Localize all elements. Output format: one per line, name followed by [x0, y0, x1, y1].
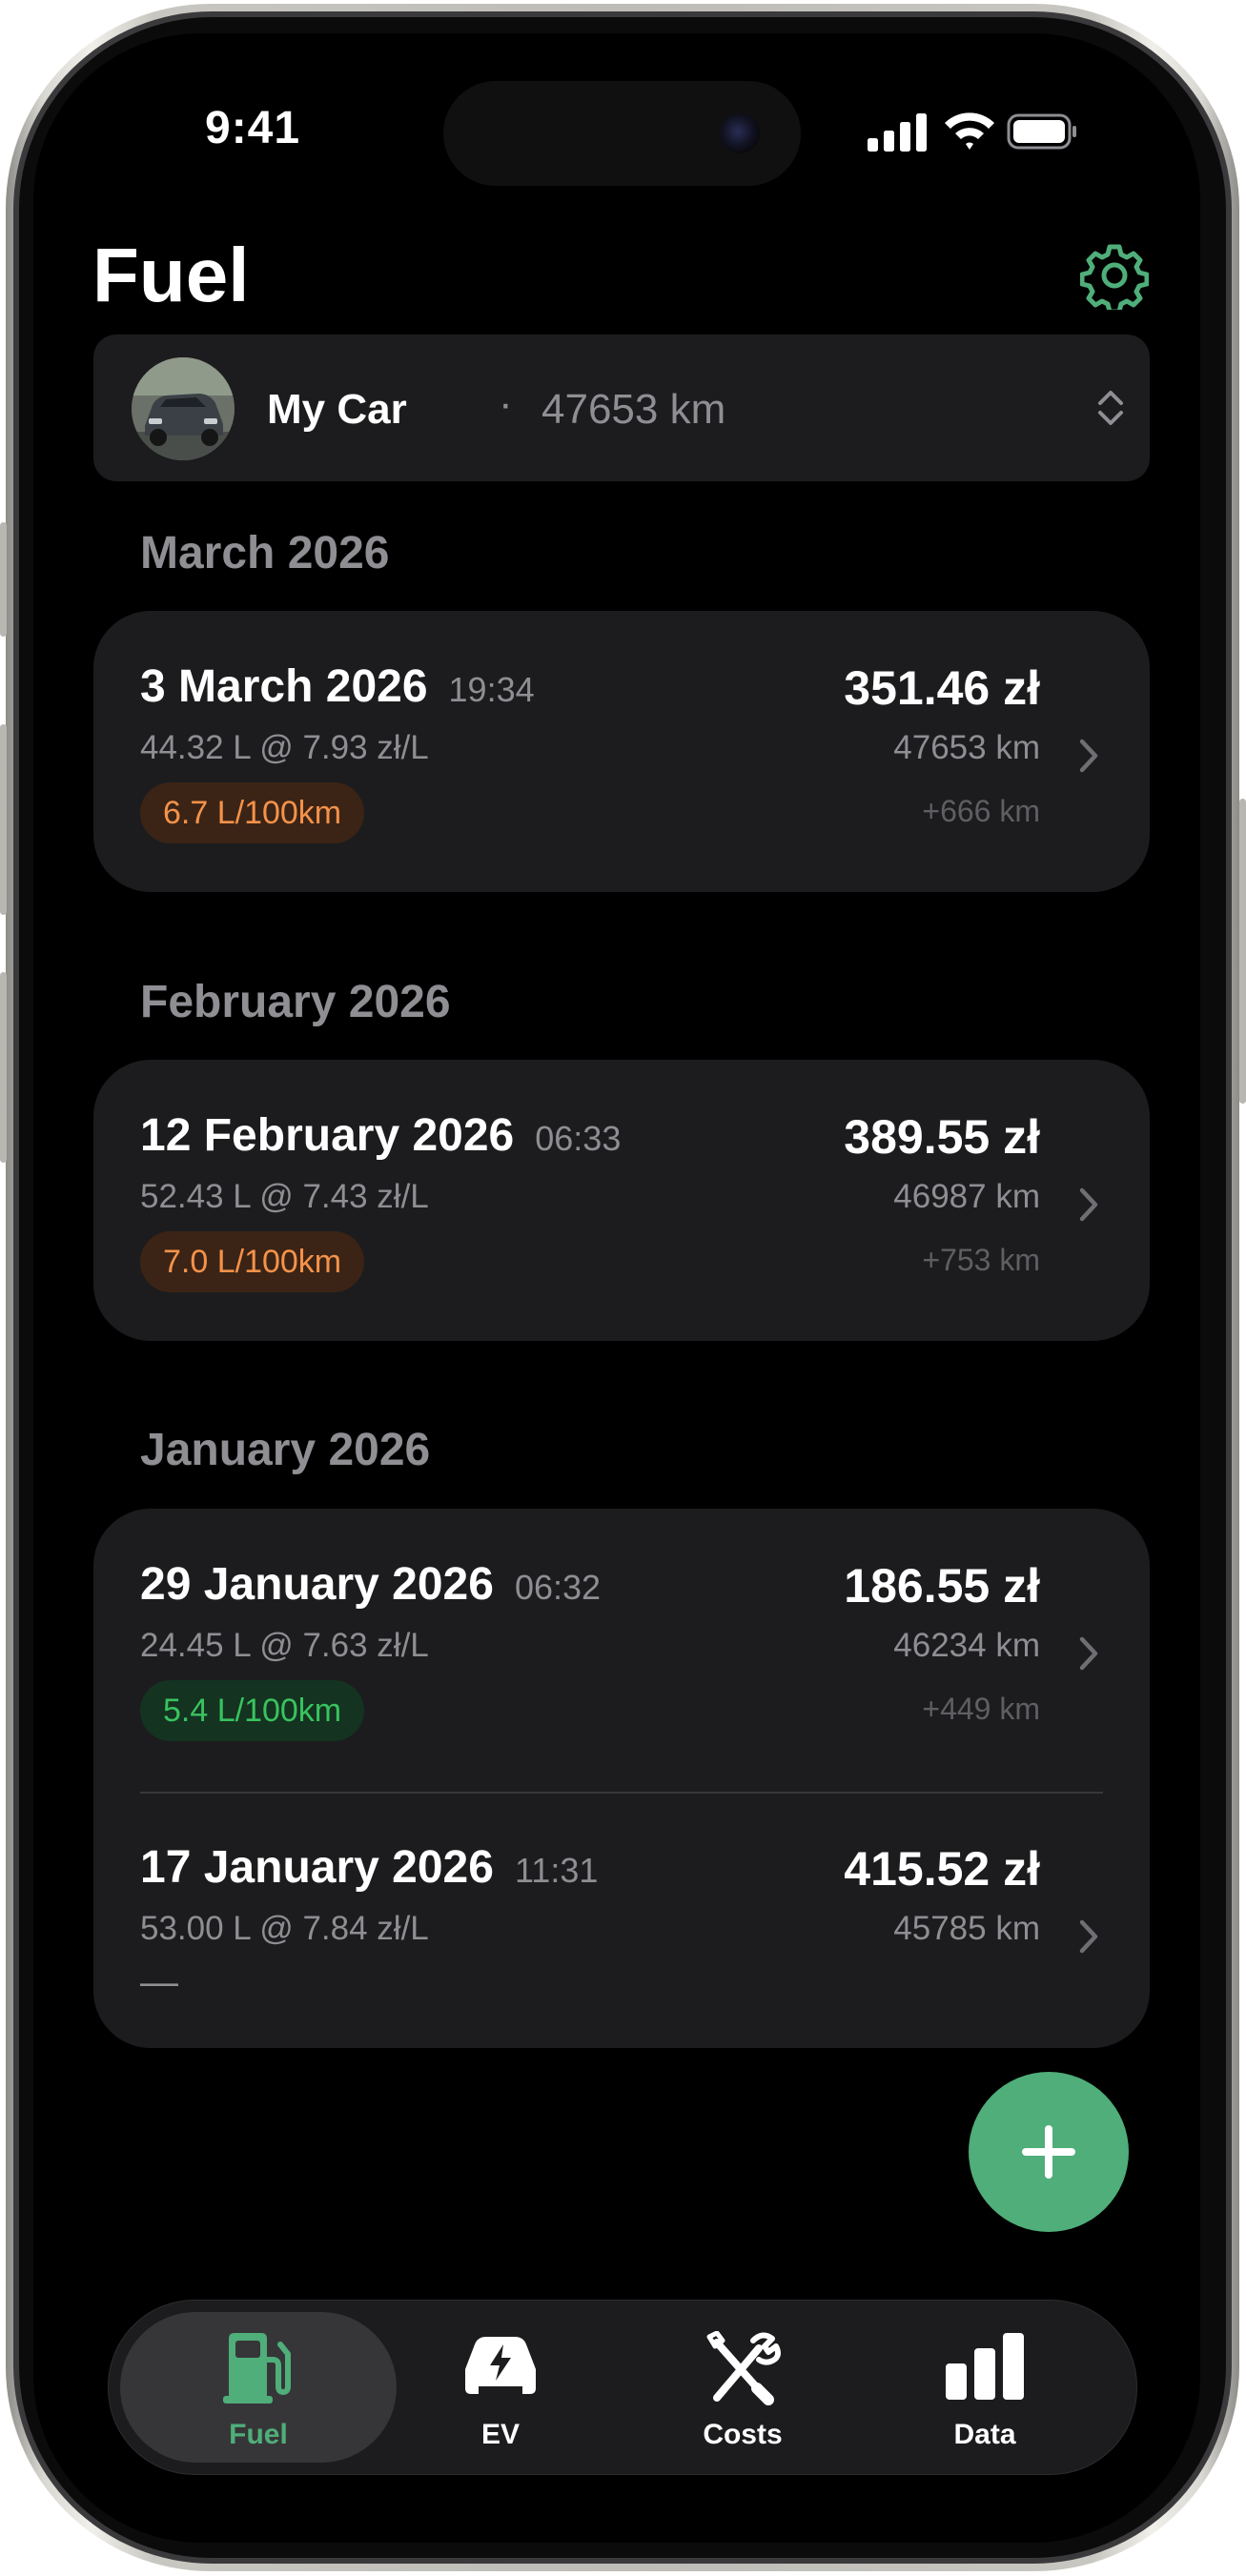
- entry-date-line: 12 February 2026 06:33: [140, 1109, 621, 1162]
- battery-icon: [1007, 113, 1076, 150]
- entry-price: 389.55 zł: [844, 1110, 1040, 1164]
- entry-odometer: 45785 km: [893, 1910, 1040, 1947]
- entry-time: 06:32: [514, 1568, 602, 1607]
- add-entry-button[interactable]: [969, 2072, 1129, 2232]
- entry-date-line: 29 January 2026 06:32: [140, 1558, 601, 1611]
- vehicle-selector[interactable]: My Car · 47653 km: [93, 335, 1150, 481]
- tab-data[interactable]: Data: [847, 2312, 1123, 2463]
- tab-costs[interactable]: Costs: [604, 2312, 881, 2463]
- entry-volume: 53.00 L @ 7.84 zł/L: [140, 1910, 429, 1947]
- tab-data-label: Data: [953, 2419, 1016, 2450]
- consumption-badge: 5.4 L/100km: [140, 1680, 365, 1741]
- section-header-february: February 2026: [140, 977, 451, 1027]
- entry-volume: 52.43 L @ 7.43 zł/L: [140, 1178, 429, 1215]
- volume-down-button: [0, 972, 7, 1163]
- entries-card: 29 January 2026 06:32 24.45 L @ 7.63 zł/L…: [93, 1509, 1150, 2048]
- wrench-screwdriver-icon: [704, 2330, 782, 2410]
- tab-bar: Fuel EV Costs Data: [108, 2300, 1137, 2475]
- action-button: [0, 522, 7, 637]
- fuel-entry-row[interactable]: 17 January 2026 11:31 53.00 L @ 7.84 zł/L…: [93, 1792, 1150, 2048]
- tab-ev-label: EV: [480, 2419, 521, 2450]
- consumption-badge: 7.0 L/100km: [140, 1231, 365, 1292]
- volume-up-button: [0, 724, 7, 915]
- vehicle-odometer: 47653 km: [541, 386, 726, 433]
- entry-price: 415.52 zł: [844, 1842, 1040, 1896]
- entries-card: 3 March 2026 19:34 44.32 L @ 7.93 zł/L 6.…: [93, 611, 1150, 892]
- chevron-right-icon: [1077, 1186, 1100, 1228]
- fuel-pump-icon: [221, 2331, 296, 2408]
- entry-odometer: 46234 km: [893, 1627, 1040, 1664]
- vehicle-avatar: [132, 357, 235, 460]
- entry-price: 351.46 zł: [844, 661, 1040, 715]
- front-camera-icon: [720, 113, 760, 153]
- entry-date: 17 January 2026: [140, 1842, 494, 1893]
- chevron-up-down-icon: [1094, 388, 1127, 433]
- entry-distance: +753 km: [922, 1243, 1040, 1277]
- entry-price: 186.55 zł: [844, 1559, 1040, 1613]
- entry-date-line: 17 January 2026 11:31: [140, 1841, 598, 1894]
- chevron-right-icon: [1077, 737, 1100, 780]
- bar-chart-icon: [944, 2331, 1026, 2404]
- fuel-entry-row[interactable]: 3 March 2026 19:34 44.32 L @ 7.93 zł/L 6.…: [93, 611, 1150, 897]
- tab-costs-label: Costs: [703, 2419, 783, 2450]
- entry-time: 06:33: [535, 1119, 622, 1158]
- entry-date: 3 March 2026: [140, 661, 428, 712]
- settings-gear-icon[interactable]: [1079, 241, 1150, 314]
- tab-fuel-label: Fuel: [229, 2419, 288, 2450]
- consumption-badge: 6.7 L/100km: [140, 782, 365, 843]
- entries-card: 12 February 2026 06:33 52.43 L @ 7.43 zł/…: [93, 1060, 1150, 1341]
- entry-volume: 24.45 L @ 7.63 zł/L: [140, 1627, 429, 1664]
- entry-time: 11:31: [514, 1851, 599, 1890]
- vehicle-separator: ·: [499, 380, 513, 427]
- entry-time: 19:34: [448, 670, 535, 709]
- chevron-right-icon: [1077, 1917, 1100, 1960]
- entry-odometer: 47653 km: [893, 729, 1040, 766]
- entry-date-line: 3 March 2026 19:34: [140, 660, 535, 713]
- status-time: 9:41: [205, 103, 301, 153]
- entry-distance: +449 km: [922, 1692, 1040, 1726]
- entry-date: 29 January 2026: [140, 1559, 494, 1610]
- fuel-entry-row[interactable]: 12 February 2026 06:33 52.43 L @ 7.43 zł/…: [93, 1060, 1150, 1346]
- tab-fuel[interactable]: Fuel: [120, 2312, 397, 2463]
- cellular-signal-icon: [868, 113, 927, 152]
- plus-icon-vertical: [1045, 2125, 1052, 2179]
- fuel-entry-row[interactable]: 29 January 2026 06:32 24.45 L @ 7.63 zł/L…: [93, 1509, 1150, 1795]
- tab-ev[interactable]: EV: [362, 2312, 639, 2463]
- entry-odometer: 46987 km: [893, 1178, 1040, 1215]
- status-icons: [868, 112, 1125, 158]
- vehicle-name: My Car: [267, 386, 407, 433]
- dynamic-island: [443, 81, 801, 186]
- section-header-january: January 2026: [140, 1425, 431, 1475]
- entry-distance: +666 km: [922, 794, 1040, 828]
- entry-date: 12 February 2026: [140, 1110, 515, 1161]
- side-button: [1239, 799, 1246, 1104]
- ev-car-icon: [460, 2331, 541, 2404]
- wifi-icon: [945, 112, 994, 150]
- chevron-right-icon: [1077, 1634, 1100, 1677]
- section-header-march: March 2026: [140, 528, 390, 578]
- consumption-empty: —: [140, 1961, 178, 2003]
- page-title: Fuel: [92, 233, 250, 317]
- entry-volume: 44.32 L @ 7.93 zł/L: [140, 729, 429, 766]
